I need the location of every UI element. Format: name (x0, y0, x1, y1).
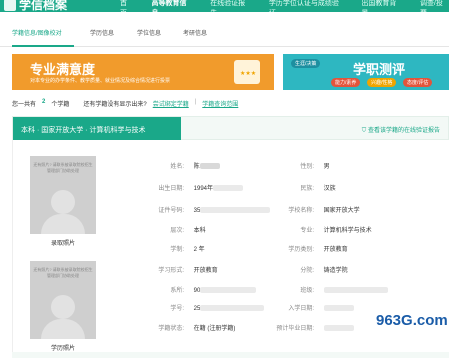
field-name: 姓名: 陈 (138, 161, 220, 170)
photo-note: 还有照片? 请联系被录取院校招生管理部门协助处理 (33, 162, 93, 173)
top-header: 学信档案 首页 高等教育信息 在线验证报告 学历学位认证与成绩验证 出国教育背景… (0, 0, 449, 12)
next-record-strip (12, 352, 449, 358)
field-department: 系所: 90 (138, 285, 257, 294)
active-tab-underline (12, 45, 74, 47)
field-school: 学校名称: 国家开放大学 (288, 208, 360, 214)
field-status: 学籍状态: 在籍 (注册学籍) (158, 326, 236, 332)
redacted-value (213, 185, 244, 192)
logo-icon (4, 0, 16, 11)
avatar-shoulders (41, 214, 85, 234)
field-birthdate: 出生日期: 1994年 (138, 183, 244, 192)
photo-note: 还有照片? 请联系被录取院校招生管理部门协助处理 (33, 267, 93, 278)
nav-study-abroad[interactable]: 出国教育背景 (361, 0, 402, 12)
nav-survey[interactable]: 调查/投票 (420, 0, 449, 12)
redacted-value (200, 287, 257, 294)
admission-photo: 还有照片? 请联系被录取院校招生管理部门协助处理 (30, 156, 96, 234)
graduation-photo: 还有照片? 请联系被录取院校招生管理部门协助处理 (30, 261, 96, 339)
field-study-mode: 学习形式: 开放教育 (158, 268, 218, 274)
top-nav: 首页 高等教育信息 在线验证报告 学历学位认证与成绩验证 出国教育背景 调查/投… (120, 0, 449, 12)
field-duration: 学制: 2 年 (170, 247, 205, 253)
nav-home[interactable]: 首页 (120, 0, 134, 12)
avatar-shoulders (41, 319, 85, 339)
nav-certification[interactable]: 学历学位认证与成绩验证 (269, 0, 344, 12)
banner-title: 专业满意度 (30, 62, 96, 77)
field-enroll-date: 入学日期: (268, 303, 354, 312)
field-gender: 性别: 男 (300, 164, 330, 170)
tab-degree[interactable]: 学位信息 (137, 28, 161, 37)
tab-postgraduate[interactable]: 考研信息 (183, 28, 207, 37)
field-branch: 分院: 铸造学院 (300, 268, 348, 274)
nav-online-report[interactable]: 在线验证报告 (210, 0, 251, 12)
field-level: 层次: 本科 (170, 228, 206, 234)
field-id-number: 证件号码: 35 (138, 205, 271, 214)
field-class: 班级: (268, 285, 388, 294)
record-header: 本科 · 国家开放大学 · 计算机科学与技术 ⛉ 查看该学籍的在线验证报告 (12, 116, 449, 141)
enrollment-count-line: 您一共有 2 个学籍 还有学籍没有显示出来? 尝试绑定学籍 | 学籍查询范围 (12, 99, 238, 108)
sub-nav: 学籍信息/图像校对 学历信息 学位信息 考研信息 (0, 12, 449, 47)
banner-subtitle: 对本专业的办学条件、教学质量、就业情况及综合情况进行投票 (30, 78, 171, 84)
tab-enrollment[interactable]: 学籍信息/图像校对 (12, 28, 62, 37)
bind-enrollment-link[interactable]: 尝试绑定学籍 (153, 99, 189, 108)
count-prefix: 您一共有 (12, 102, 37, 108)
shield-icon: ⛉ (361, 128, 367, 134)
satisfaction-banner[interactable]: 专业满意度 对本专业的办学条件、教学质量、就业情况及综合情况进行投票 ★★★ (12, 54, 274, 90)
enrollment-count: 2 (42, 99, 46, 105)
avatar-placeholder-icon (51, 295, 75, 319)
avatar-placeholder-icon (51, 190, 75, 214)
field-student-id: 学号: 25 (138, 303, 265, 312)
photo-column: 还有照片? 请联系被录取院校招生管理部门协助处理 录取照片 还有照片? 请联系被… (18, 156, 108, 352)
admission-photo-caption: 录取照片 (50, 241, 75, 247)
verify-report-link[interactable]: ⛉ 查看该学籍的在线验证报告 (362, 125, 440, 135)
career-banner-title: 学职测评 (353, 62, 406, 77)
tab-education[interactable]: 学历信息 (90, 28, 114, 37)
redacted-value (200, 305, 265, 312)
tag-career: 生涯/决策 (291, 59, 321, 68)
field-education-type: 学历类别: 开放教育 (288, 247, 348, 253)
brand-logo[interactable]: 学信档案 (4, 0, 67, 12)
tag-ability: 能力/素养 (331, 78, 361, 87)
field-graduation-date: 预计毕业日期: (268, 323, 354, 332)
field-major: 专业: 计算机科学与技术 (300, 228, 372, 234)
missing-question: 还有学籍没有显示出来? (83, 102, 147, 108)
career-test-banner[interactable]: 生涯/决策 学职测评 能力/素养 兴趣/性格 态度/评估 (283, 54, 449, 90)
site-watermark: 963G.com (376, 312, 448, 329)
tag-attitude: 态度/评估 (403, 78, 433, 87)
separator: | (194, 99, 197, 105)
stars-icon: ★★★ (240, 71, 257, 77)
redacted-value (323, 325, 354, 332)
field-ethnicity: 民族: 汉族 (300, 186, 336, 192)
verify-report-label: 查看该学籍的在线验证报告 (367, 128, 440, 134)
redacted-value (323, 287, 388, 294)
redacted-value (200, 207, 271, 214)
redacted-value (199, 163, 220, 170)
record-title: 本科 · 国家开放大学 · 计算机科学与技术 (13, 117, 181, 141)
graduation-photo-caption: 学历照片 (50, 346, 75, 352)
brand-name: 学信档案 (19, 0, 68, 12)
tag-interest: 兴趣/性格 (367, 78, 397, 87)
nav-higher-education[interactable]: 高等教育信息 (152, 0, 193, 12)
redacted-value (323, 305, 354, 312)
query-scope-link[interactable]: 学籍查询范围 (202, 99, 238, 108)
count-suffix: 个学籍 (51, 102, 70, 108)
